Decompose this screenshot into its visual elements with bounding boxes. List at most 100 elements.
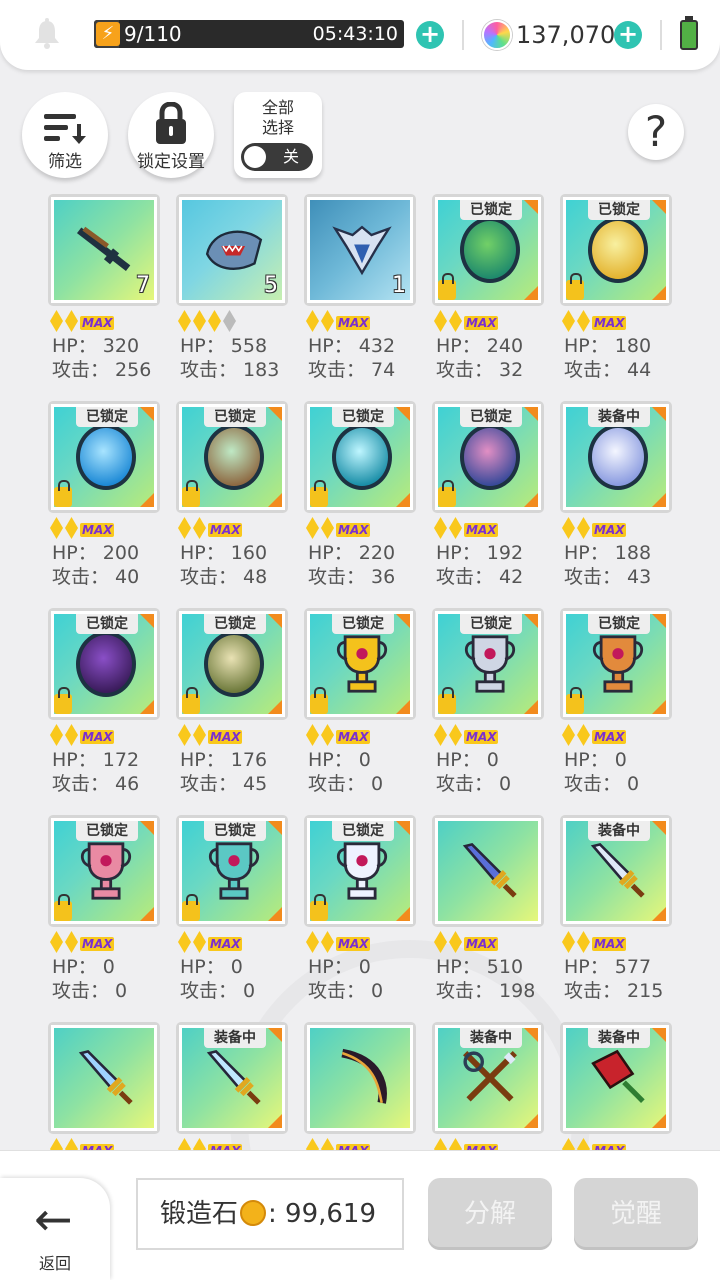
- lock-settings-button[interactable]: 锁定设置: [128, 92, 214, 178]
- item-rarity-stars: MAX: [178, 517, 243, 541]
- item-card[interactable]: 已锁定 MAX HP： 220 攻击： 36: [304, 401, 416, 601]
- star-icon: [321, 517, 334, 539]
- item-card[interactable]: 已锁定 MAX HP： 172 攻击： 46: [48, 608, 160, 808]
- sort-icon: [44, 114, 86, 144]
- item-art: 已锁定: [435, 404, 541, 510]
- item-card[interactable]: 装备中 MAX: [176, 1022, 288, 1150]
- add-energy-button[interactable]: +: [416, 21, 444, 49]
- item-art: 已锁定: [51, 611, 157, 717]
- item-status-tag: 已锁定: [588, 614, 650, 634]
- add-gems-button[interactable]: +: [614, 21, 642, 49]
- item-card[interactable]: 已锁定 MAX HP： 0 攻击： 0: [560, 608, 672, 808]
- item-rarity-stars: MAX: [50, 1138, 115, 1150]
- back-button[interactable]: ← 返回: [0, 1178, 110, 1280]
- star-icon: [321, 1138, 334, 1150]
- crossed-icon: [460, 1048, 520, 1108]
- lock-icon: [310, 687, 328, 714]
- item-status-tag: 已锁定: [204, 821, 266, 841]
- item-attack: 攻击： 198: [436, 980, 536, 1002]
- item-card[interactable]: 已锁定 MAX HP： 0 攻击： 0: [48, 815, 160, 1015]
- lock-icon: [310, 480, 328, 507]
- item-frame: [304, 1022, 416, 1134]
- item-card[interactable]: MAX: [48, 1022, 160, 1150]
- item-attack: 攻击： 0: [436, 773, 512, 795]
- corner-marker: [268, 407, 282, 421]
- trophy-teal-icon: [204, 841, 264, 901]
- item-card[interactable]: 已锁定 MAX HP： 0 攻击： 0: [432, 608, 544, 808]
- orb-dark-icon: [76, 631, 136, 697]
- max-badge: MAX: [336, 523, 371, 537]
- corner-marker: [140, 493, 154, 507]
- item-card[interactable]: 7 MAX HP： 320 攻击： 256: [48, 194, 160, 394]
- corner-marker: [652, 907, 666, 921]
- select-all-toggle[interactable]: 关: [241, 143, 313, 171]
- star-icon: [562, 724, 575, 746]
- item-card[interactable]: 已锁定 MAX HP： 180 攻击： 44: [560, 194, 672, 394]
- item-frame: 已锁定: [432, 401, 544, 513]
- item-card[interactable]: MAX: [304, 1022, 416, 1150]
- filter-button[interactable]: 筛选: [22, 92, 108, 178]
- item-card[interactable]: 装备中 MAX: [560, 1022, 672, 1150]
- item-frame: 装备中: [560, 815, 672, 927]
- lock-icon: [182, 894, 200, 921]
- help-button[interactable]: ?: [628, 104, 684, 160]
- item-card[interactable]: 已锁定 MAX HP： 200 攻击： 40: [48, 401, 160, 601]
- item-rarity-stars: MAX: [306, 724, 371, 748]
- item-card[interactable]: 1 MAX HP： 432 攻击： 74: [304, 194, 416, 394]
- item-card[interactable]: MAX HP： 510 攻击： 198: [432, 815, 544, 1015]
- item-attack: 攻击： 256: [52, 359, 152, 381]
- gem-count: 137,070: [516, 21, 616, 49]
- lock-icon: [438, 480, 456, 507]
- star-icon: [434, 517, 447, 539]
- item-rarity-stars: MAX: [178, 724, 243, 748]
- gem-icon: [482, 20, 512, 50]
- item-stack-count: 7: [136, 273, 150, 298]
- corner-marker: [396, 700, 410, 714]
- corner-marker: [652, 821, 666, 835]
- toggle-state: 关: [282, 147, 299, 166]
- orb-olive-icon: [204, 631, 264, 697]
- item-card[interactable]: 已锁定 MAX HP： 0 攻击： 0: [304, 608, 416, 808]
- item-card[interactable]: 已锁定 MAX HP： 192 攻击： 42: [432, 401, 544, 601]
- trophy-silver-icon: [460, 634, 520, 694]
- item-art: 装备中: [563, 1025, 669, 1131]
- star-icon: [321, 724, 334, 746]
- item-hp: HP： 0: [564, 749, 627, 771]
- item-card[interactable]: 已锁定 MAX HP： 160 攻击： 48: [176, 401, 288, 601]
- max-badge: MAX: [208, 730, 243, 744]
- max-badge: MAX: [208, 937, 243, 951]
- item-card[interactable]: 已锁定 MAX HP： 176 攻击： 45: [176, 608, 288, 808]
- bell-icon[interactable]: [32, 18, 62, 50]
- corner-marker: [268, 493, 282, 507]
- star-icon: [208, 310, 221, 332]
- item-hp: HP： 160: [180, 542, 268, 564]
- star-icon: [178, 1138, 191, 1150]
- item-hp: HP： 432: [308, 335, 396, 357]
- item-status-tag: 装备中: [204, 1028, 266, 1048]
- star-icon: [434, 724, 447, 746]
- lock-icon: [156, 102, 186, 144]
- sword-gold-icon: [588, 841, 648, 901]
- item-card[interactable]: 5 HP： 558 攻击： 183: [176, 194, 288, 394]
- item-rarity-stars: MAX: [306, 517, 371, 541]
- item-card[interactable]: 装备中 MAX: [432, 1022, 544, 1150]
- corner-marker: [524, 200, 538, 214]
- item-card[interactable]: 装备中 MAX HP： 188 攻击： 43: [560, 401, 672, 601]
- disassemble-button[interactable]: 分解: [428, 1178, 552, 1250]
- item-frame: 7: [48, 194, 160, 306]
- item-rarity-stars: MAX: [50, 517, 115, 541]
- orb-cyan-icon: [332, 424, 392, 490]
- star-icon: [577, 517, 590, 539]
- awaken-button[interactable]: 觉醒: [574, 1178, 698, 1250]
- forge-stone-display: 锻造石: 99,619: [136, 1178, 404, 1250]
- item-hp: HP： 0: [436, 749, 499, 771]
- max-badge: MAX: [592, 316, 627, 330]
- item-card[interactable]: 已锁定 MAX HP： 240 攻击： 32: [432, 194, 544, 394]
- item-card[interactable]: 装备中 MAX HP： 577 攻击： 215: [560, 815, 672, 1015]
- item-frame: 已锁定: [48, 608, 160, 720]
- item-card[interactable]: 已锁定 MAX HP： 0 攻击： 0: [304, 815, 416, 1015]
- item-card[interactable]: 已锁定 MAX HP： 0 攻击： 0: [176, 815, 288, 1015]
- star-icon: [562, 931, 575, 953]
- item-rarity-stars: MAX: [306, 1138, 371, 1150]
- star-icon: [306, 724, 319, 746]
